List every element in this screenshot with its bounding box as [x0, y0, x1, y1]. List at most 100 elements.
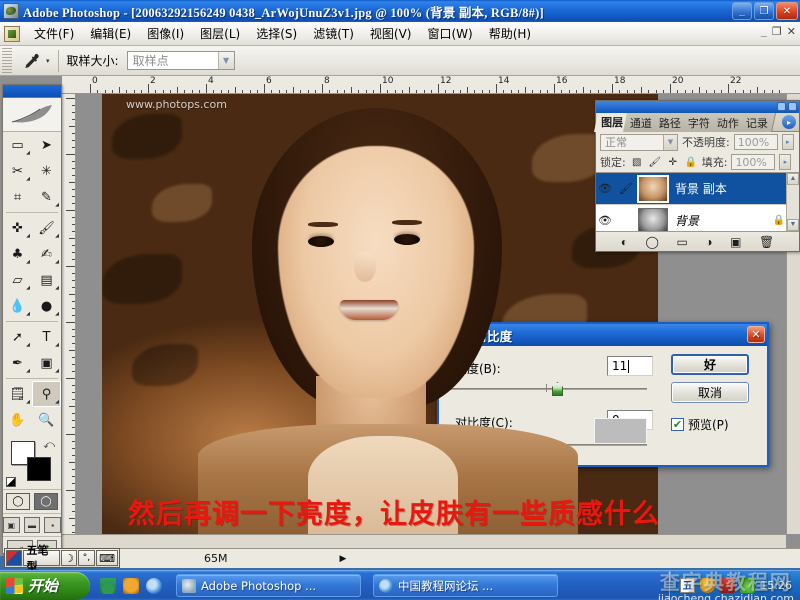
options-bar-grip[interactable]: [2, 47, 12, 74]
blur-tool[interactable]: 💧 ◢: [3, 293, 32, 319]
eraser-tool[interactable]: ▱ ◢: [3, 267, 32, 293]
canvas-horizontal-scrollbar[interactable]: [62, 534, 786, 548]
shape-tool[interactable]: ▣ ◢: [32, 350, 61, 376]
preview-checkbox[interactable]: ✔ 预览(P): [671, 416, 729, 433]
toolbox-titlebar[interactable]: [3, 85, 61, 98]
ime-softkeyboard-icon[interactable]: ⌨: [96, 550, 118, 566]
layer-style-button[interactable]: ◐: [621, 235, 628, 249]
menu-item-help[interactable]: 帮助(H): [481, 22, 539, 45]
quick-mask-mode-button[interactable]: ◯: [34, 493, 58, 510]
tool-preset-caret[interactable]: ▾: [46, 57, 50, 65]
tab-history[interactable]: 记录: [738, 113, 777, 132]
gradient-tool[interactable]: ▤ ◢: [32, 267, 61, 293]
quicklaunch-umbrella-icon[interactable]: [100, 577, 116, 594]
dialog-close-button[interactable]: ✕: [747, 326, 765, 343]
history-brush-tool[interactable]: ✍ ◢: [32, 241, 61, 267]
ime-language-flag[interactable]: [6, 550, 22, 566]
layer-row-background-copy[interactable]: 👁 🖌 背景 副本: [596, 173, 799, 205]
eye-icon[interactable]: 👁: [596, 182, 614, 195]
taskbar-item-browser[interactable]: 中国教程网论坛 ...: [373, 574, 558, 597]
tray-network-icon[interactable]: [720, 578, 736, 593]
clone-stamp-tool[interactable]: ♣ ◢: [3, 241, 32, 267]
layer-list-scrollbar[interactable]: ▲ ▼: [786, 173, 799, 231]
menu-item-file[interactable]: 文件(F): [26, 22, 82, 45]
marquee-tool[interactable]: ▭ ◢: [3, 132, 32, 158]
mdi-restore-button[interactable]: ❐: [772, 26, 782, 38]
status-expand-arrow[interactable]: ▶: [340, 553, 347, 564]
standard-mask-mode-button[interactable]: ◯: [6, 493, 30, 510]
palette-menu-icon[interactable]: ▸: [782, 115, 796, 129]
adjustment-layer-button[interactable]: ◑: [705, 235, 712, 249]
hand-tool[interactable]: ✋: [3, 407, 32, 433]
quicklaunch-ie-icon[interactable]: [146, 577, 162, 594]
lock-transparency-icon[interactable]: ▧: [630, 155, 644, 169]
tray-clock[interactable]: 15:26: [760, 579, 792, 592]
menu-item-layer[interactable]: 图层(L): [192, 22, 248, 45]
sample-size-select[interactable]: 取样点 ▼: [126, 51, 235, 70]
ime-halfwidth-icon[interactable]: ☽: [61, 550, 77, 566]
lock-all-icon[interactable]: 🔒: [684, 155, 698, 169]
ime-punctuation-icon[interactable]: °,: [77, 550, 96, 566]
brightness-input[interactable]: 11: [607, 356, 653, 376]
path-selection-tool[interactable]: ➚ ◢: [3, 324, 32, 350]
slice-tool[interactable]: ✎ ◢: [32, 184, 61, 210]
pen-tool[interactable]: ✒ ◢: [3, 350, 32, 376]
palette-close-button[interactable]: [788, 102, 797, 111]
layer-thumbnail[interactable]: [637, 174, 669, 203]
tray-ime-icon[interactable]: 五: [680, 578, 696, 593]
taskbar-item-photoshop[interactable]: Adobe Photoshop ...: [176, 574, 361, 597]
ok-button[interactable]: 好: [671, 354, 749, 375]
background-color-swatch[interactable]: [27, 457, 51, 481]
quicklaunch-tiger-icon[interactable]: [123, 577, 139, 594]
eyedropper-icon[interactable]: [18, 49, 44, 73]
opacity-spinner[interactable]: ▸: [781, 134, 794, 150]
menu-item-window[interactable]: 窗口(W): [419, 22, 480, 45]
move-tool[interactable]: ➤: [32, 132, 61, 158]
zoom-tool[interactable]: 🔍: [32, 407, 61, 433]
opacity-input[interactable]: 100%: [733, 134, 778, 150]
menu-item-edit[interactable]: 编辑(E): [82, 22, 139, 45]
close-button[interactable]: ✕: [776, 2, 798, 20]
tray-green-icon[interactable]: [740, 578, 756, 593]
menu-item-select[interactable]: 选择(S): [248, 22, 305, 45]
magic-wand-tool[interactable]: ✳: [32, 158, 61, 184]
brightness-slider-knob[interactable]: [552, 382, 563, 396]
type-tool[interactable]: T ◢: [32, 324, 61, 350]
delete-layer-button[interactable]: 🗑: [759, 235, 774, 249]
mdi-minimize-button[interactable]: _: [761, 26, 767, 38]
menu-item-image[interactable]: 图像(I): [139, 22, 192, 45]
healing-brush-tool[interactable]: ✜ ◢: [3, 215, 32, 241]
brush-tool[interactable]: 🖌 ◢: [32, 215, 61, 241]
scroll-up-button[interactable]: ▲: [787, 173, 799, 185]
eye-icon[interactable]: 👁: [596, 214, 614, 227]
minimize-button[interactable]: _: [732, 2, 752, 20]
notes-tool[interactable]: 🗒 ◢: [3, 381, 32, 407]
palette-minimize-button[interactable]: [777, 102, 786, 111]
menu-item-filter[interactable]: 滤镜(T): [305, 22, 362, 45]
palette-titlebar[interactable]: [596, 101, 799, 113]
blend-mode-select[interactable]: 正常 ▼: [600, 133, 678, 151]
new-group-button[interactable]: ▭: [676, 235, 687, 249]
cancel-button[interactable]: 取消: [671, 382, 749, 403]
layer-mask-button[interactable]: ◯: [646, 235, 659, 249]
lock-pixels-icon[interactable]: 🖌: [648, 155, 662, 169]
scroll-down-button[interactable]: ▼: [787, 219, 799, 231]
fill-spinner[interactable]: ▸: [779, 154, 792, 170]
tray-shield-icon[interactable]: [700, 578, 716, 593]
brightness-slider[interactable]: [447, 382, 647, 396]
ime-mode-button[interactable]: 五笔型: [22, 544, 61, 573]
lasso-tool[interactable]: ✂ ◢: [3, 158, 32, 184]
fill-input[interactable]: 100%: [731, 154, 776, 170]
dodge-tool[interactable]: ● ◢: [32, 293, 61, 319]
mdi-close-button[interactable]: ✕: [787, 26, 796, 38]
layer-thumbnail[interactable]: [638, 207, 668, 231]
maximize-button[interactable]: ❐: [754, 2, 774, 20]
default-colors-icon[interactable]: [6, 477, 16, 487]
new-layer-button[interactable]: ▣: [730, 235, 741, 249]
full-screen-mode-button[interactable]: ▪: [44, 517, 62, 533]
standard-screen-mode-button[interactable]: ▣: [3, 517, 20, 533]
start-button[interactable]: 开始: [0, 571, 90, 600]
layer-row-background[interactable]: 👁 背景 🔒: [596, 205, 799, 231]
crop-tool[interactable]: ⌗: [3, 184, 32, 210]
eyedropper-tool[interactable]: ⚲ ◢: [32, 381, 61, 407]
